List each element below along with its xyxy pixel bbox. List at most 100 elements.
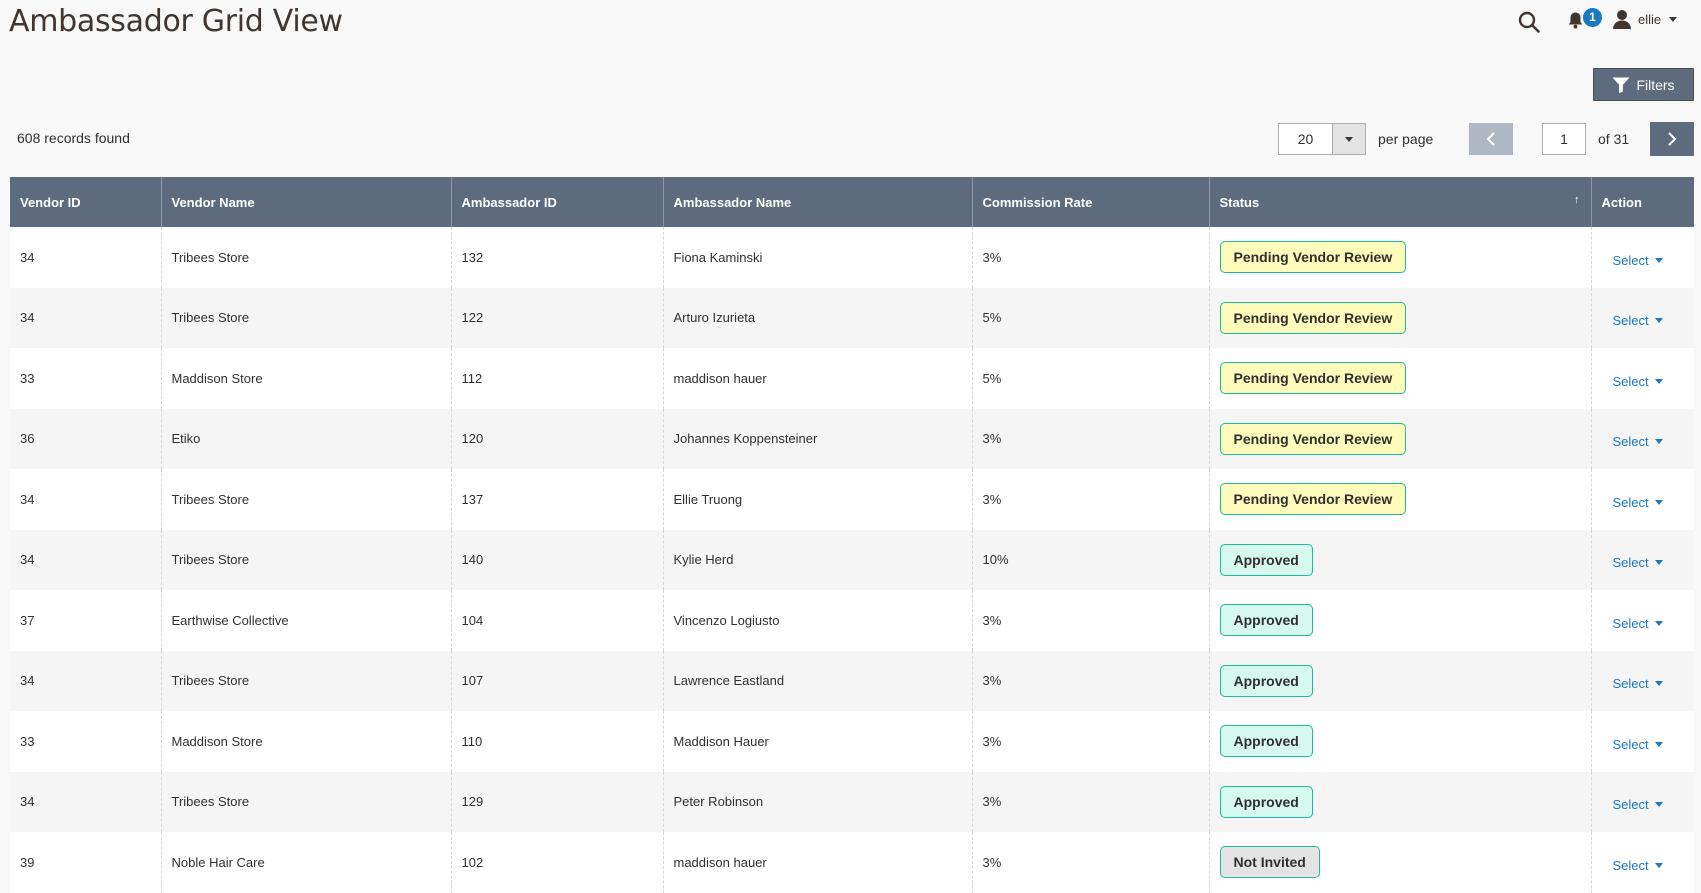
ambassador-name-cell: Lawrence Eastland <box>662 650 972 711</box>
status-cell: Approved <box>1208 771 1591 832</box>
user-name: ellie <box>1638 11 1662 27</box>
search-icon <box>1518 11 1540 33</box>
vendor-name-cell: Tribees Store <box>160 771 451 832</box>
action-select-label: Select <box>1612 615 1649 631</box>
vendor-id-cell: 34 <box>10 771 161 832</box>
action-select-dropdown[interactable]: Select <box>1613 253 1663 268</box>
table-row: 34 Tribees Store 132 Fiona Kaminski 3% Pendin… <box>10 227 1694 288</box>
status-badge: Approved <box>1219 604 1313 637</box>
commission-rate-cell: 3% <box>971 408 1209 469</box>
commission-rate-cell: 5% <box>971 348 1209 409</box>
table-row: 34 Tribees Store 129 Peter Robinson 3% Approv… <box>10 771 1694 832</box>
ambassador-name-cell: Vincenzo Logiusto <box>662 590 972 651</box>
ambassador-name-cell: maddison hauer <box>662 348 972 409</box>
commission-rate-cell: 3% <box>971 711 1209 772</box>
table-row: 34 Tribees Store 137 Ellie Truong 3% Pending … <box>10 469 1694 530</box>
caret-down-icon <box>1654 439 1663 445</box>
vendor-name-cell: Maddison Store <box>160 711 451 772</box>
column-header-vendor-id[interactable]: Vendor ID <box>10 177 161 227</box>
action-select-dropdown[interactable]: Select <box>1613 676 1663 691</box>
page: Ambassador Grid View 1 ellie Filters 608… <box>0 0 1701 893</box>
vendor-name-cell: Tribees Store <box>160 650 451 711</box>
commission-rate-cell: 3% <box>971 590 1209 651</box>
column-header-commission-rate[interactable]: Commission Rate <box>971 177 1209 227</box>
column-header-status[interactable]: Status ↑ <box>1208 177 1591 227</box>
per-page-value[interactable]: 20 <box>1278 123 1333 155</box>
next-page-button[interactable] <box>1650 122 1694 156</box>
grid-header-row: Vendor ID Vendor Name Ambassador ID Amba… <box>10 177 1694 227</box>
column-header-vendor-name[interactable]: Vendor Name <box>160 177 451 227</box>
ambassador-id-cell: 102 <box>450 832 663 893</box>
per-page-label: per page <box>1378 131 1434 147</box>
ambassador-id-cell: 129 <box>450 771 663 832</box>
vendor-id-cell: 34 <box>10 469 161 530</box>
table-row: 36 Etiko 120 Johannes Koppensteiner 3% Pendin… <box>10 408 1694 469</box>
table-row: 39 Noble Hair Care 102 maddison hauer 3% Not … <box>10 832 1694 893</box>
caret-down-icon <box>1654 378 1663 384</box>
per-page-dropdown-toggle[interactable] <box>1333 123 1366 155</box>
user-menu[interactable]: ellie <box>1612 6 1678 32</box>
ambassador-name-cell: Kylie Herd <box>662 529 972 590</box>
status-cell: Not Invited <box>1208 832 1591 893</box>
caret-down-icon <box>1654 257 1663 263</box>
previous-page-button[interactable] <box>1469 123 1513 155</box>
column-header-ambassador-id[interactable]: Ambassador ID <box>450 177 663 227</box>
status-badge: Approved <box>1219 543 1313 576</box>
vendor-id-cell: 34 <box>10 650 161 711</box>
action-select-dropdown[interactable]: Select <box>1613 434 1663 449</box>
action-cell: Select <box>1590 590 1694 651</box>
vendor-id-cell: 34 <box>10 227 161 288</box>
status-cell: Pending Vendor Review <box>1208 287 1591 348</box>
status-badge: Approved <box>1219 785 1313 818</box>
ambassador-id-cell: 122 <box>450 287 663 348</box>
action-select-label: Select <box>1612 736 1649 752</box>
status-badge: Pending Vendor Review <box>1219 483 1407 516</box>
notifications-button[interactable]: 1 <box>1561 6 1602 38</box>
vendor-id-cell: 36 <box>10 408 161 469</box>
action-cell: Select <box>1590 348 1694 409</box>
caret-down-icon <box>1654 681 1663 687</box>
action-select-dropdown[interactable]: Select <box>1613 616 1663 631</box>
action-cell: Select <box>1590 832 1694 893</box>
user-icon <box>1613 10 1631 29</box>
action-select-dropdown[interactable]: Select <box>1613 858 1663 873</box>
filters-label: Filters <box>1636 76 1675 93</box>
action-cell: Select <box>1590 771 1694 832</box>
action-select-dropdown[interactable]: Select <box>1613 313 1663 328</box>
action-select-dropdown[interactable]: Select <box>1613 555 1663 570</box>
action-select-dropdown[interactable]: Select <box>1613 737 1663 752</box>
table-row: 33 Maddison Store 110 Maddison Hauer 3% Appro… <box>10 711 1694 772</box>
action-select-label: Select <box>1612 373 1649 389</box>
current-page-input[interactable]: 1 <box>1542 123 1586 155</box>
vendor-name-cell: Etiko <box>160 408 451 469</box>
ambassador-name-cell: Johannes Koppensteiner <box>662 408 972 469</box>
commission-rate-cell: 3% <box>971 771 1209 832</box>
ambassador-id-cell: 112 <box>450 348 663 409</box>
column-header-ambassador-name[interactable]: Ambassador Name <box>662 177 972 227</box>
action-select-label: Select <box>1612 555 1649 571</box>
ambassador-name-cell: Arturo Izurieta <box>662 287 972 348</box>
action-select-dropdown[interactable]: Select <box>1613 374 1663 389</box>
ambassador-name-cell: Maddison Hauer <box>662 711 972 772</box>
vendor-id-cell: 34 <box>10 529 161 590</box>
vendor-name-cell: Maddison Store <box>160 348 451 409</box>
status-badge: Pending Vendor Review <box>1219 422 1407 455</box>
action-select-dropdown[interactable]: Select <box>1613 797 1663 812</box>
ambassador-id-cell: 137 <box>450 469 663 530</box>
search-button[interactable] <box>1513 6 1545 38</box>
status-badge: Approved <box>1219 664 1313 697</box>
column-header-action: Action <box>1590 177 1694 227</box>
action-cell: Select <box>1590 408 1694 469</box>
action-select-label: Select <box>1612 857 1649 873</box>
action-select-dropdown[interactable]: Select <box>1613 495 1663 510</box>
sort-ascending-icon: ↑ <box>1574 194 1580 206</box>
commission-rate-cell: 10% <box>971 529 1209 590</box>
action-select-label: Select <box>1612 676 1649 692</box>
ambassador-name-cell: Fiona Kaminski <box>662 227 972 288</box>
caret-down-icon <box>1669 16 1678 22</box>
chevron-left-icon <box>1486 132 1495 146</box>
caret-down-icon <box>1654 741 1663 747</box>
caret-down-icon <box>1654 620 1663 626</box>
ambassador-id-cell: 132 <box>450 227 663 288</box>
filters-button[interactable]: Filters <box>1593 68 1694 101</box>
